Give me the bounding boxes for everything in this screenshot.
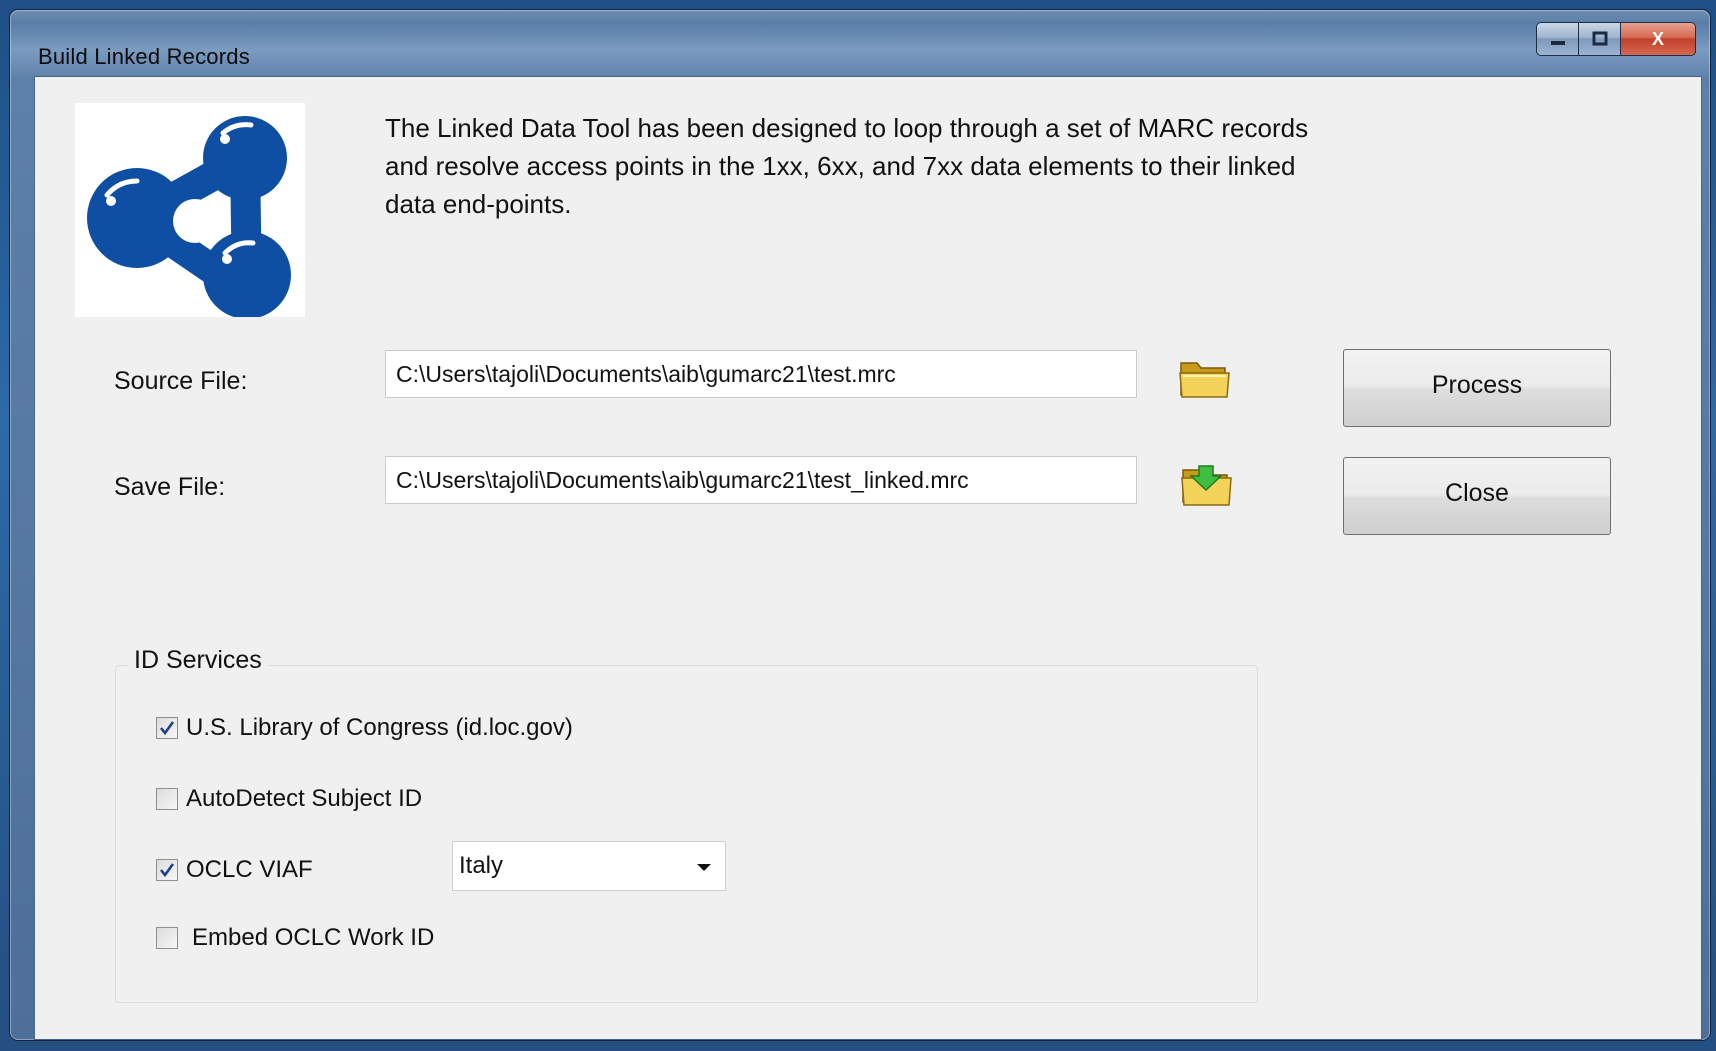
viaf-country-select[interactable]: Italy [452,841,726,891]
loc-checkbox[interactable] [156,717,178,739]
close-window-button[interactable]: X [1620,22,1696,56]
window-controls: X [1536,22,1696,58]
tool-description: The Linked Data Tool has been designed t… [385,113,1309,219]
loc-option[interactable]: U.S. Library of Congress (id.loc.gov) [156,714,573,742]
minimize-icon [1550,41,1565,45]
linked-data-logo-icon [87,116,291,319]
viaf-country-value: Italy [459,852,504,879]
close-button[interactable]: Close [1343,457,1611,535]
source-file-label: Source File: [114,367,248,395]
checkmark-icon [159,721,175,736]
source-file-input[interactable] [385,350,1137,398]
embed-work-id-option[interactable]: Embed OCLC Work ID [156,924,434,952]
viaf-option[interactable]: OCLC VIAF [156,856,313,884]
maximize-button[interactable] [1578,22,1620,56]
loc-option-label: U.S. Library of Congress (id.loc.gov) [186,714,573,741]
app-window: Build Linked Records X The Linked Data T… [10,10,1710,1040]
chevron-down-icon [697,864,711,871]
maximize-icon [1592,31,1607,46]
browse-save-button[interactable] [1179,460,1235,508]
viaf-option-label: OCLC VIAF [186,856,313,883]
save-file-input[interactable] [385,456,1137,504]
id-services-title: ID Services [128,646,268,675]
folder-save-icon [1181,465,1232,506]
embed-work-id-checkbox[interactable] [156,927,178,949]
logo [75,103,305,319]
close-icon: X [1651,28,1664,49]
autodetect-option-label: AutoDetect Subject ID [186,785,423,812]
viaf-checkbox[interactable] [156,859,178,881]
autodetect-option[interactable]: AutoDetect Subject ID [156,785,422,813]
save-file-label: Save File: [114,473,226,501]
process-button[interactable]: Process [1343,349,1611,427]
id-services-group: ID Services U.S. Library of Congress (id… [115,646,1258,1003]
checkmark-icon [159,863,175,878]
folder-open-icon [1179,362,1230,398]
embed-work-id-option-label: Embed OCLC Work ID [192,924,435,951]
autodetect-checkbox[interactable] [156,788,178,810]
browse-source-button[interactable] [1177,353,1233,401]
window-title: Build Linked Records [38,44,250,69]
minimize-button[interactable] [1536,22,1578,56]
dialog-client-area: The Linked Data Tool has been designed t… [34,76,1702,1040]
